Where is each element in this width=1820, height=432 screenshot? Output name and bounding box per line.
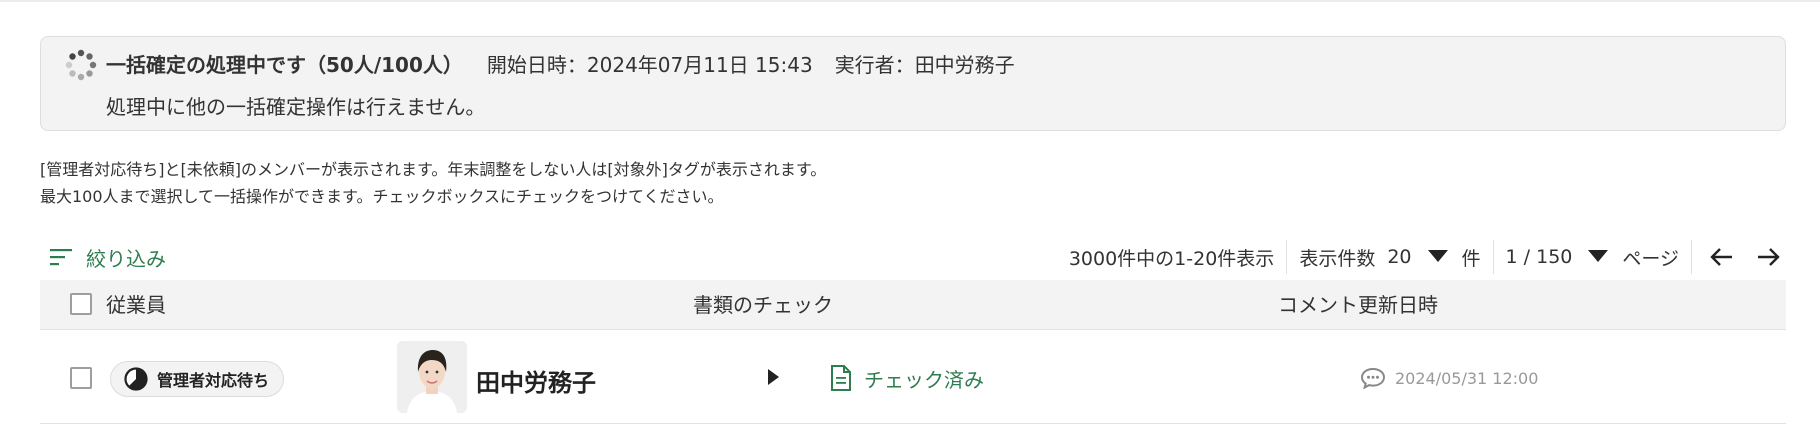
table-row: 管理者対応待ち 田中労務子 チェック済み 2024/05/31 12:00 — [40, 331, 1786, 424]
table-header: 従業員 書類のチェック コメント更新日時 — [40, 280, 1786, 330]
banner-note: 処理中に他の一括確定操作は行えません。 — [106, 95, 486, 119]
arrow-right-icon — [1758, 248, 1780, 266]
employee-name[interactable]: 田中労務子 — [476, 363, 596, 398]
document-icon — [831, 365, 851, 391]
processing-banner: 一括確定の処理中です（50人/100人） 開始日時：2024年07月11日 15:… — [40, 36, 1786, 131]
pagination-bar: 3000件中の1-20件表示 表示件数 20 件 1 / 150 ページ — [1069, 238, 1786, 276]
top-divider — [0, 0, 1820, 2]
page-size-label: 表示件数 — [1299, 247, 1376, 270]
status-badge: 管理者対応待ち — [110, 361, 285, 397]
page-size-unit: 件 — [1461, 247, 1481, 270]
page-value: 1 / 150 — [1505, 246, 1573, 268]
filter-label: 絞り込み — [86, 246, 166, 271]
dropdown-triangle-icon — [1427, 250, 1448, 262]
filter-button[interactable]: 絞り込み — [50, 241, 166, 273]
page-size-select[interactable]: 20 — [1375, 246, 1461, 268]
filter-icon — [50, 249, 72, 266]
expand-triangle-icon[interactable] — [763, 365, 783, 389]
divider — [1286, 240, 1288, 274]
page: 一括確定の処理中です（50人/100人） 開始日時：2024年07月11日 15:… — [0, 0, 1820, 432]
comment-updated[interactable]: 2024/05/31 12:00 — [1360, 365, 1538, 391]
divider — [1691, 240, 1692, 274]
banner-title: 一括確定の処理中です（50人/100人） — [106, 53, 463, 77]
next-page-button[interactable] — [1750, 239, 1786, 275]
description-line-2: 最大100人まで選択して一括操作ができます。チェックボックスにチェックをつけてく… — [40, 187, 724, 206]
half-circle-status-icon — [124, 367, 148, 391]
avatar — [397, 341, 467, 413]
status-label: 管理者対応待ち — [157, 371, 270, 390]
divider — [1492, 240, 1494, 274]
page-unit: ページ — [1622, 247, 1679, 270]
description: [管理者対応待ち]と[未依頼]のメンバーが表示されます。年末調整をしない人は[対… — [40, 156, 826, 210]
document-check-label: チェック済み — [864, 367, 984, 392]
select-all-checkbox[interactable] — [70, 293, 92, 315]
executor-label: 実行者： — [834, 53, 915, 77]
start-time-value: 2024年07月11日 15:43 — [586, 53, 813, 77]
header-document-check: 書類のチェック — [693, 293, 833, 317]
document-check-link[interactable]: チェック済み — [830, 361, 984, 395]
page-select[interactable]: 1 / 150 — [1506, 246, 1623, 268]
start-time-label: 開始日時： — [486, 53, 587, 77]
page-size-value: 20 — [1387, 246, 1412, 268]
avatar-portrait-icon — [397, 341, 467, 413]
header-employee: 従業員 — [106, 293, 166, 317]
executor-value: 田中労務子 — [914, 53, 1015, 77]
banner-status-line: 一括確定の処理中です（50人/100人） 開始日時：2024年07月11日 15:… — [106, 51, 1015, 79]
dropdown-triangle-icon — [1588, 250, 1609, 262]
arrow-left-icon — [1710, 248, 1732, 266]
description-line-1: [管理者対応待ち]と[未依頼]のメンバーが表示されます。年末調整をしない人は[対… — [40, 160, 827, 179]
comment-updated-value: 2024/05/31 12:00 — [1395, 368, 1539, 388]
loading-spinner-icon — [65, 49, 97, 81]
result-range: 3000件中の1-20件表示 — [1068, 247, 1275, 270]
comment-bubble-icon — [1360, 367, 1386, 389]
prev-page-button[interactable] — [1704, 239, 1740, 275]
row-checkbox[interactable] — [70, 367, 92, 389]
header-comment-updated: コメント更新日時 — [1278, 293, 1438, 317]
